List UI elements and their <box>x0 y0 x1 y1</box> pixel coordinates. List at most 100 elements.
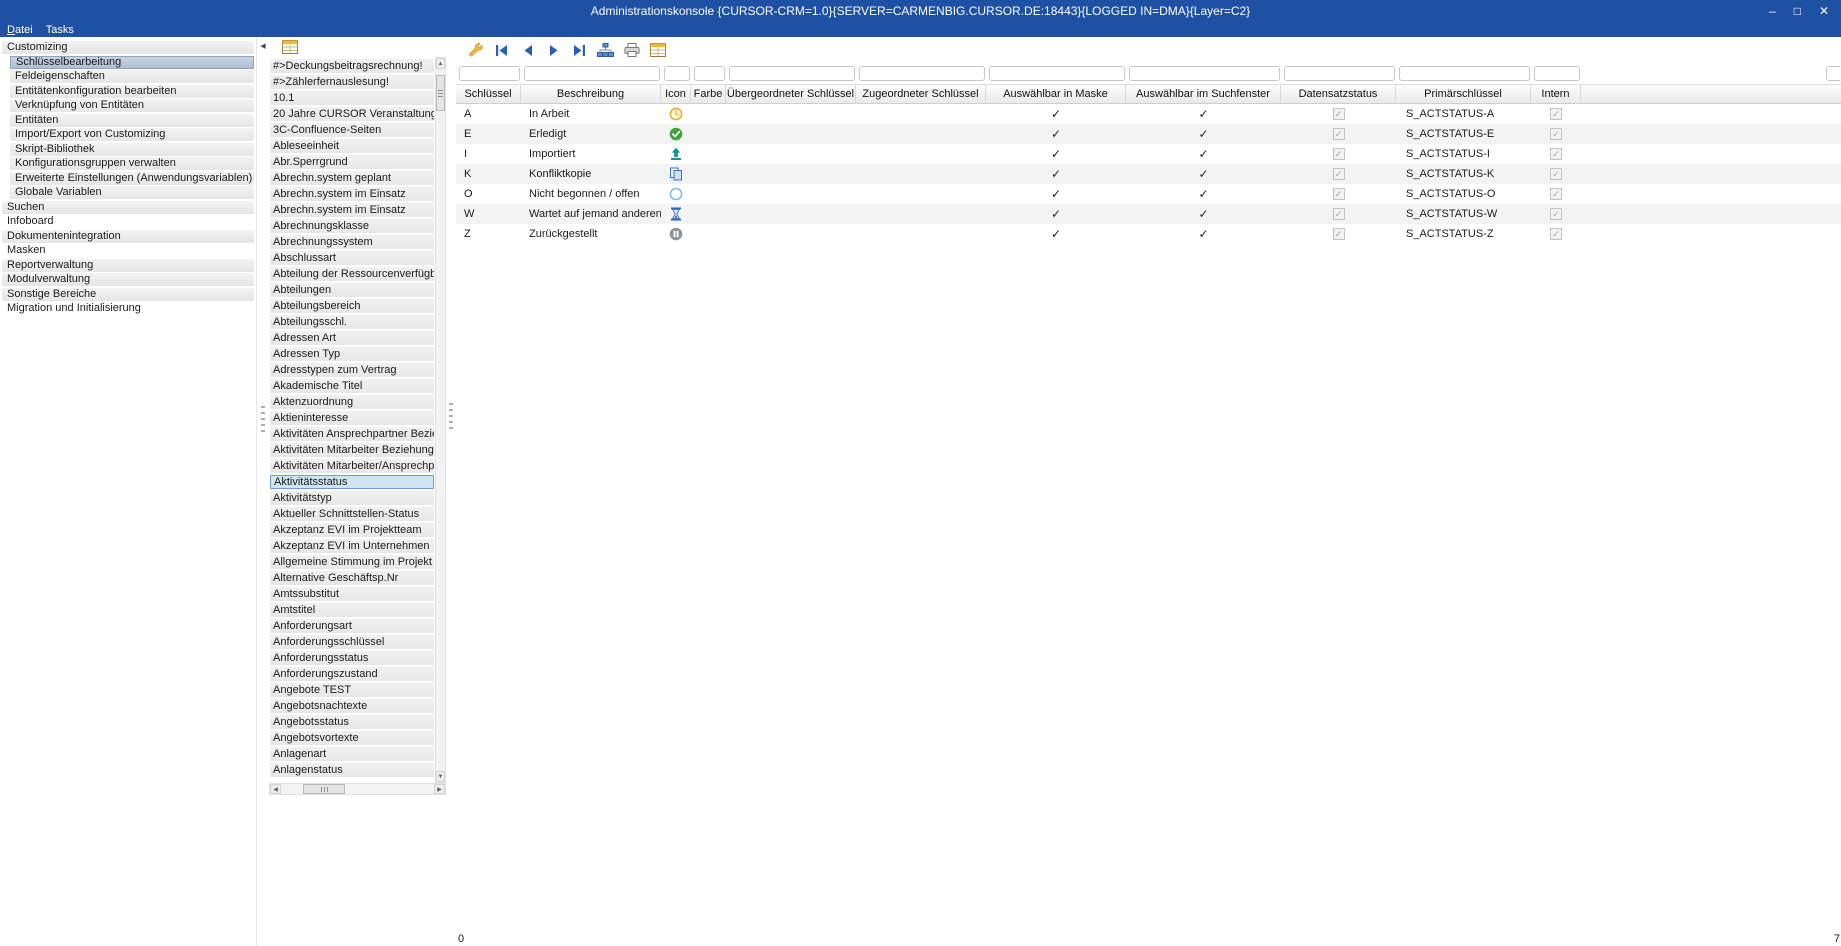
checkmark-icon[interactable]: ✓ <box>1198 207 1208 221</box>
key-list-item[interactable]: Akzeptanz EVI im Unternehmen <box>270 539 434 553</box>
key-list-item[interactable]: Akzeptanz EVI im Projektteam <box>270 523 434 537</box>
key-list-item[interactable]: Angebotsnachtexte <box>270 699 434 713</box>
key-list-item[interactable]: Amtssubstitut <box>270 587 434 601</box>
key-list-item[interactable]: Aktueller Schnittstellen-Status <box>270 507 434 521</box>
table-icon[interactable] <box>278 37 301 57</box>
key-list-item[interactable]: Abrechnungsklasse <box>270 219 434 233</box>
column-header-datensatzstatus[interactable]: Datensatzstatus <box>1281 85 1396 103</box>
checkmark-icon[interactable]: ✓ <box>1051 187 1061 201</box>
key-list-item[interactable]: Abrechn.system im Einsatz <box>270 203 434 217</box>
sidebar-item[interactable]: Import/Export von Customizing <box>10 128 254 141</box>
hierarchy-icon[interactable] <box>594 40 617 60</box>
checkmark-icon[interactable]: ✓ <box>1198 107 1208 121</box>
filter-input-intern[interactable] <box>1534 66 1580 81</box>
sidebar-item[interactable]: Konfigurationsgruppen verwalten <box>10 157 254 170</box>
key-list-item[interactable]: Akademische Titel <box>270 379 434 393</box>
wrench-icon[interactable] <box>464 40 487 60</box>
checkmark-icon[interactable]: ✓ <box>1198 167 1208 181</box>
key-list-item[interactable]: Anforderungsart <box>270 619 434 633</box>
key-list-item[interactable]: Angebotsvortexte <box>270 731 434 745</box>
filter-input-schluessel[interactable] <box>459 66 520 81</box>
previous-record-icon[interactable] <box>516 40 539 60</box>
sidebar-item[interactable]: Feldeigenschaften <box>10 70 254 83</box>
column-header-icon[interactable]: Icon <box>661 85 691 103</box>
maximize-button[interactable]: □ <box>1794 5 1801 17</box>
key-list-item[interactable]: Alternative Geschäftsp.Nr <box>270 571 434 585</box>
key-list-item[interactable]: 3C-Confluence-Seiten <box>270 123 434 137</box>
column-header-farbe[interactable]: Farbe <box>691 85 726 103</box>
key-list-item[interactable]: Aktivitäten Mitarbeiter Beziehungsty <box>270 443 434 457</box>
key-list-item[interactable]: Abschlussart <box>270 251 434 265</box>
key-list-item[interactable]: Anforderungsstatus <box>270 651 434 665</box>
key-list-item[interactable]: Abrechn.system geplant <box>270 171 434 185</box>
checkmark-icon[interactable]: ✓ <box>1198 147 1208 161</box>
sidebar-item[interactable]: Infoboard <box>2 215 254 228</box>
checkmark-icon[interactable]: ✓ <box>1051 227 1061 241</box>
column-header-beschreibung[interactable]: Beschreibung <box>521 85 661 103</box>
scrollbar-thumb[interactable] <box>303 784 345 794</box>
menu-tasks[interactable]: Tasks <box>46 24 74 36</box>
splitter-handle-icon[interactable] <box>449 403 453 429</box>
key-list-item[interactable]: Aktieninteresse <box>270 411 434 425</box>
table-row[interactable]: KKonfliktkopie✓✓✓S_ACTSTATUS-K✓ <box>456 164 1841 184</box>
scroll-down-icon[interactable]: ▼ <box>436 771 445 782</box>
filter-input-icon[interactable] <box>664 66 690 81</box>
key-list-item[interactable]: Abrechnungssystem <box>270 235 434 249</box>
key-list-item[interactable]: 20 Jahre CURSOR Veranstaltung <box>270 107 434 121</box>
key-list-item[interactable]: Anforderungszustand <box>270 667 434 681</box>
checkmark-icon[interactable]: ✓ <box>1051 147 1061 161</box>
scrollbar-track[interactable] <box>281 784 434 794</box>
last-record-icon[interactable] <box>568 40 591 60</box>
key-list-item[interactable]: Abteilung der Ressourcenverfügbark <box>270 267 434 281</box>
key-list-item[interactable]: Aktenzuordnung <box>270 395 434 409</box>
key-list-item[interactable]: Adressen Art <box>270 331 434 345</box>
filter-input-datensatzstatus[interactable] <box>1284 66 1395 81</box>
checkmark-icon[interactable]: ✓ <box>1198 127 1208 141</box>
next-record-icon[interactable] <box>542 40 565 60</box>
splitter-handle-icon[interactable] <box>261 406 265 432</box>
key-list-item[interactable]: Ableseeinheit <box>270 139 434 153</box>
key-list-item[interactable]: 10.1 <box>270 91 434 105</box>
key-list-item[interactable]: Amtstitel <box>270 603 434 617</box>
key-list-item[interactable]: Abrechn.system im Einsatz <box>270 187 434 201</box>
filter-input-uebergeordneter[interactable] <box>729 66 855 81</box>
key-list-horizontal-scrollbar[interactable]: ◀ ▶ <box>269 783 446 795</box>
print-icon[interactable] <box>620 40 643 60</box>
sidebar-item[interactable]: Suchen <box>2 201 254 214</box>
filter-input-suchfenster[interactable] <box>1129 66 1280 81</box>
key-list-item[interactable]: Adressen Typ <box>270 347 434 361</box>
column-header-uebergeordneter[interactable]: Übergeordneter Schlüssel <box>726 85 856 103</box>
key-list-item[interactable]: Abteilungsbereich <box>270 299 434 313</box>
filter-input-primaerschluessel[interactable] <box>1399 66 1530 81</box>
filter-input-beschreibung[interactable] <box>524 66 660 81</box>
key-list-item[interactable]: Aktivitätstyp <box>270 491 434 505</box>
sidebar-item[interactable]: Customizing <box>2 41 254 54</box>
sidebar-item[interactable]: Erweiterte Einstellungen (Anwendungsvari… <box>10 172 254 185</box>
scrollbar-thumb[interactable] <box>436 75 445 111</box>
key-list-item[interactable]: Anforderungsschlüssel <box>270 635 434 649</box>
close-button[interactable]: ✕ <box>1819 5 1829 17</box>
checkmark-icon[interactable]: ✓ <box>1198 187 1208 201</box>
key-list-item[interactable]: #>Zählerfernauslesung! <box>270 75 434 89</box>
table-row[interactable]: EErledigt✓✓✓S_ACTSTATUS-E✓ <box>456 124 1841 144</box>
checkmark-icon[interactable]: ✓ <box>1198 227 1208 241</box>
key-list-item[interactable]: Anlagenstatus <box>270 763 434 777</box>
key-list-item[interactable]: #>Deckungsbeitragsrechnung! <box>270 59 434 73</box>
panel-splitter[interactable] <box>446 37 456 946</box>
sidebar-item[interactable]: Modulverwaltung <box>2 273 254 286</box>
key-list-item[interactable]: Abteilungsschl. <box>270 315 434 329</box>
scroll-right-icon[interactable]: ▶ <box>434 784 445 794</box>
sidebar-item[interactable]: Sonstige Bereiche <box>2 288 254 301</box>
checkmark-icon[interactable]: ✓ <box>1051 167 1061 181</box>
column-header-schluessel[interactable]: Schlüssel <box>456 85 521 103</box>
scroll-left-icon[interactable]: ◀ <box>270 784 281 794</box>
key-list-item[interactable]: Aktivitätsstatus <box>270 475 434 489</box>
key-list-item[interactable]: Allgemeine Stimmung im Projekt <box>270 555 434 569</box>
key-list-item[interactable]: Adresstypen zum Vertrag <box>270 363 434 377</box>
checkmark-icon[interactable]: ✓ <box>1051 207 1061 221</box>
menu-datei[interactable]: Datei <box>7 24 33 36</box>
column-header-primaerschluessel[interactable]: Primärschlüssel <box>1396 85 1531 103</box>
sidebar-item[interactable]: Dokumentenintegration <box>2 230 254 243</box>
key-list-item[interactable]: Anlagenart <box>270 747 434 761</box>
scrollbar-track[interactable] <box>436 69 445 771</box>
